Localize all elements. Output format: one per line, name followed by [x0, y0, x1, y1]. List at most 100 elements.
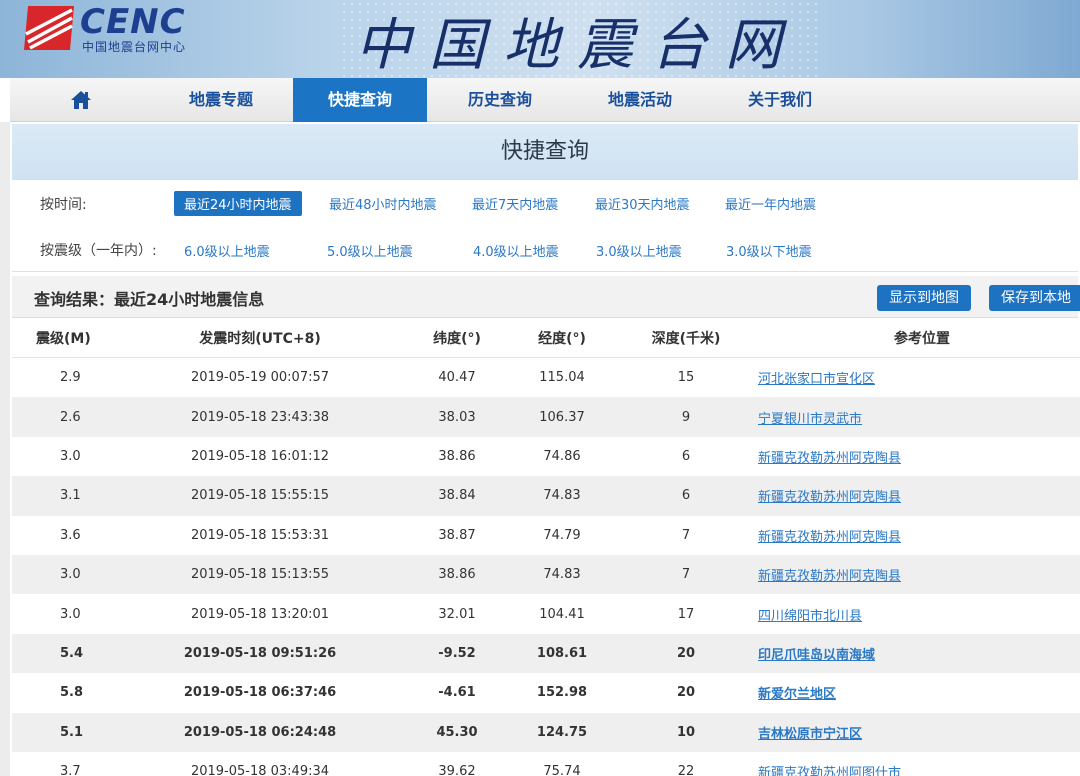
cenc-logo-icon	[24, 6, 74, 50]
left-edge	[0, 122, 10, 776]
table-header-row: 震级(M) 发震时刻(UTC+8) 纬度(°) 经度(°) 深度(千米) 参考位…	[12, 318, 1080, 358]
col-header-magnitude[interactable]: 震级(M)	[36, 318, 106, 357]
location-link[interactable]: 吉林松原市宁江区	[758, 723, 862, 742]
cell-magnitude: 3.0	[60, 448, 81, 464]
cell-latitude: -4.61	[438, 685, 476, 701]
cell-latitude: 38.87	[438, 527, 476, 543]
location-link[interactable]: 宁夏银川市灵武市	[758, 408, 862, 427]
cell-location: 新爱尔兰地区	[758, 673, 1078, 712]
nav-item-quick-query[interactable]: 快捷查询	[293, 78, 427, 122]
cell-longitude: 108.61	[536, 645, 588, 661]
cell-time: 2019-05-18 06:24:48	[183, 724, 337, 740]
home-icon[interactable]	[70, 90, 92, 110]
cell-location: 新疆克孜勒苏州阿克陶县	[758, 437, 1078, 476]
cell-time: 2019-05-18 15:55:15	[190, 488, 330, 504]
table-row: 3.0 2019-05-18 13:20:01 32.01 104.41 17 四川绵阳市…	[12, 594, 1080, 633]
cell-location: 吉林松原市宁江区	[758, 713, 1078, 752]
logo-subtitle: 中国地震台网中心	[82, 40, 187, 54]
time-option-7d[interactable]: 最近7天内地震	[472, 194, 558, 213]
cell-location: 新疆克孜勒苏州阿克陶县	[758, 476, 1078, 515]
cell-magnitude: 3.0	[60, 606, 81, 622]
nav-item-about[interactable]: 关于我们	[713, 78, 847, 122]
save-local-button[interactable]: 保存到本地	[989, 285, 1080, 311]
table-row: 3.1 2019-05-18 15:55:15 38.84 74.83 6 新疆克孜勒苏州…	[12, 476, 1080, 516]
col-header-longitude[interactable]: 经度(°)	[522, 318, 602, 357]
cell-location: 新疆克孜勒苏州阿克陶县	[758, 555, 1078, 594]
table-row: 3.7 2019-05-18 03:49:34 39.62 75.74 22 新疆克孜勒苏…	[12, 752, 1080, 776]
table-body: 2.9 2019-05-19 00:07:57 40.47 115.04 15 河北张家口…	[12, 358, 1080, 776]
cell-location: 四川绵阳市北川县	[758, 594, 1078, 633]
col-header-location: 参考位置	[894, 330, 950, 347]
col-header-time[interactable]: 发震时刻(UTC+8)	[160, 318, 360, 357]
mag-option-4[interactable]: 4.0级以上地震	[473, 241, 559, 260]
col-header-depth[interactable]: 深度(千米)	[646, 318, 726, 357]
cell-location: 印尼爪哇岛以南海域	[758, 634, 1078, 673]
location-link[interactable]: 新疆克孜勒苏州阿克陶县	[758, 565, 901, 584]
cell-time: 2019-05-18 03:49:34	[190, 764, 330, 776]
location-link[interactable]: 新爱尔兰地区	[758, 683, 836, 702]
cell-location: 新疆克孜勒苏州阿图什市	[758, 752, 1078, 776]
cell-time: 2019-05-18 15:53:31	[190, 527, 330, 543]
cell-longitude: 74.83	[543, 567, 581, 583]
mag-option-5[interactable]: 5.0级以上地震	[327, 241, 413, 260]
site-title: 中国地震台网	[355, 13, 799, 78]
table-row: 2.9 2019-05-19 00:07:57 40.47 115.04 15 河北张家口…	[12, 358, 1080, 397]
earthquake-table: 震级(M) 发震时刻(UTC+8) 纬度(°) 经度(°) 深度(千米) 参考位…	[12, 318, 1080, 776]
cell-longitude: 75.74	[543, 764, 581, 776]
time-option-48h[interactable]: 最近48小时内地震	[329, 194, 437, 213]
location-link[interactable]: 印尼爪哇岛以南海域	[758, 644, 875, 663]
location-link[interactable]: 新疆克孜勒苏州阿图什市	[758, 762, 901, 776]
mag-option-6[interactable]: 6.0级以上地震	[184, 241, 270, 260]
cell-latitude: -9.52	[438, 645, 476, 661]
cell-magnitude: 3.1	[60, 488, 81, 504]
cell-longitude: 106.37	[539, 409, 585, 425]
location-link[interactable]: 新疆克孜勒苏州阿克陶县	[758, 486, 901, 505]
cell-latitude: 38.84	[438, 488, 476, 504]
show-on-map-button[interactable]: 显示到地图	[877, 285, 971, 311]
mag-option-3-above[interactable]: 3.0级以上地震	[596, 241, 682, 260]
cell-longitude: 74.83	[543, 488, 581, 504]
cell-latitude: 45.30	[436, 724, 478, 740]
cell-latitude: 38.86	[438, 567, 476, 583]
cell-magnitude: 3.7	[60, 764, 81, 776]
cell-latitude: 39.62	[438, 764, 476, 776]
col-header-latitude[interactable]: 纬度(°)	[417, 318, 497, 357]
query-panel-title: 快捷查询	[12, 124, 1078, 180]
time-option-30d[interactable]: 最近30天内地震	[595, 194, 690, 213]
location-link[interactable]: 新疆克孜勒苏州阿克陶县	[758, 447, 901, 466]
time-option-1y[interactable]: 最近一年内地震	[725, 194, 816, 213]
cell-depth: 17	[677, 606, 695, 622]
nav-item-history-query[interactable]: 历史查询	[433, 78, 567, 122]
cell-longitude: 74.79	[543, 527, 581, 543]
cell-depth: 20	[676, 685, 696, 701]
cell-depth: 10	[676, 724, 696, 740]
cell-magnitude: 3.6	[60, 527, 81, 543]
cell-time: 2019-05-18 09:51:26	[183, 645, 337, 661]
time-option-24h[interactable]: 最近24小时内地震	[174, 191, 302, 216]
cell-time: 2019-05-18 13:20:01	[190, 606, 330, 622]
cell-latitude: 32.01	[438, 606, 476, 622]
cell-magnitude: 5.1	[60, 724, 84, 740]
cell-depth: 9	[681, 409, 691, 425]
cell-latitude: 38.86	[438, 448, 476, 464]
cell-latitude: 40.47	[438, 370, 476, 386]
location-link[interactable]: 四川绵阳市北川县	[758, 605, 862, 624]
mag-option-3-below[interactable]: 3.0级以下地震	[726, 241, 812, 260]
header-banner: CENC 中国地震台网中心 中国地震台网	[0, 0, 1080, 78]
cell-depth: 6	[681, 488, 691, 504]
cell-depth: 20	[676, 645, 696, 661]
cell-longitude: 74.86	[543, 448, 581, 464]
main-nav: 地震专题 快捷查询 历史查询 地震活动 关于我们	[10, 78, 1080, 122]
table-row: 3.0 2019-05-18 16:01:12 38.86 74.86 6 新疆克孜勒苏州…	[12, 437, 1080, 476]
nav-item-topics[interactable]: 地震专题	[154, 78, 288, 122]
cell-depth: 6	[681, 448, 691, 464]
cell-longitude: 152.98	[536, 685, 588, 701]
cell-magnitude: 3.0	[60, 567, 81, 583]
location-link[interactable]: 河北张家口市宣化区	[758, 368, 875, 387]
location-link[interactable]: 新疆克孜勒苏州阿克陶县	[758, 526, 901, 545]
table-row: 2.6 2019-05-18 23:43:38 38.03 106.37 9 宁夏银川市灵…	[12, 397, 1080, 437]
cenc-logo[interactable]: CENC 中国地震台网中心	[24, 2, 214, 56]
cell-magnitude: 2.9	[60, 370, 81, 386]
nav-item-activity[interactable]: 地震活动	[573, 78, 707, 122]
table-row: 5.8 2019-05-18 06:37:46 -4.61 152.98 20 新爱尔兰地…	[12, 673, 1080, 712]
